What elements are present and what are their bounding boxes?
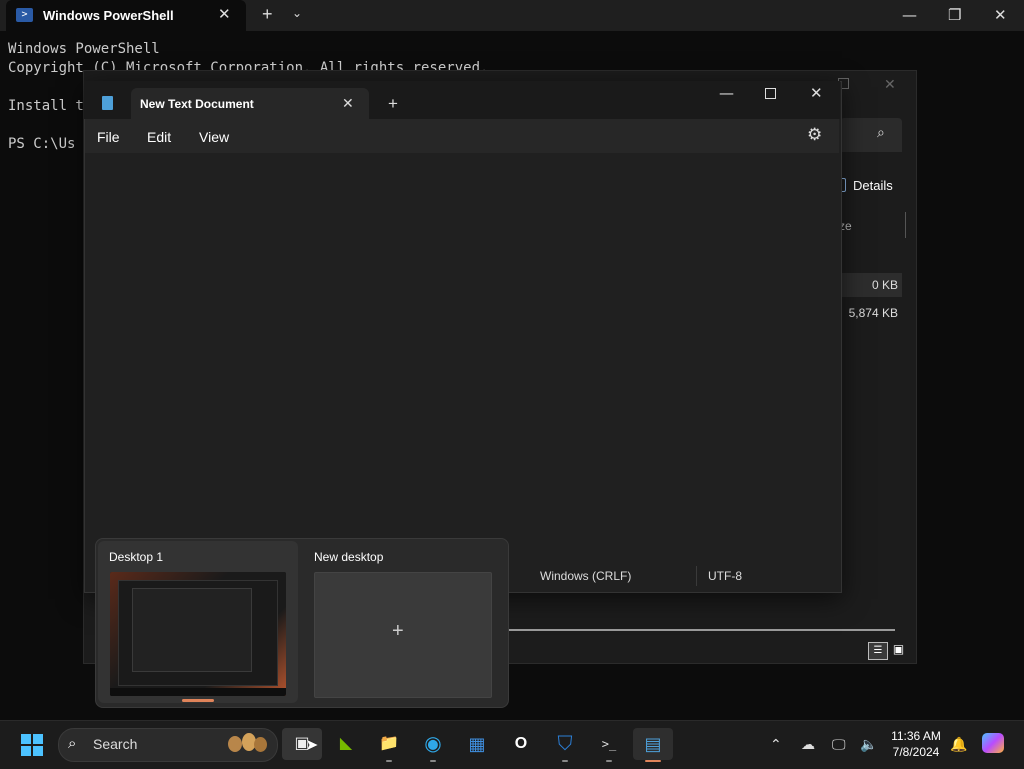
file-size: 0 KB	[871, 278, 898, 292]
menu-edit[interactable]: Edit	[147, 129, 171, 145]
terminal-close-button[interactable]: ✕	[994, 6, 1007, 24]
taskbar-notepad[interactable]: ▤	[633, 728, 673, 760]
gear-icon[interactable]: ⚙	[807, 125, 822, 145]
horizontal-scrollbar[interactable]	[507, 629, 895, 631]
search-icon: ⌕	[68, 735, 77, 752]
clock-date[interactable]: 7/8/2024	[889, 745, 943, 759]
notepad-icon	[102, 96, 113, 110]
terminal-tab-title: Windows PowerShell	[43, 8, 174, 23]
notifications-icon[interactable]: 🔔	[950, 736, 967, 753]
desktop-1-label: Desktop 1	[109, 550, 164, 564]
explorer-close-button[interactable]: ✕	[884, 76, 896, 93]
menu-file[interactable]: File	[97, 129, 120, 145]
column-divider[interactable]	[905, 212, 906, 238]
running-indicator	[562, 760, 568, 762]
notepad-tab-close-icon[interactable]: ✕	[342, 95, 354, 112]
notepad-new-tab-button[interactable]: +	[388, 94, 398, 114]
store-icon: ▦	[468, 734, 486, 754]
powershell-icon: >	[16, 8, 33, 22]
running-indicator	[430, 760, 436, 762]
line-ending-status[interactable]: Windows (CRLF)	[540, 569, 631, 583]
taskbar-defender[interactable]: ⛉	[545, 728, 585, 760]
start-button[interactable]	[21, 734, 43, 756]
terminal-icon: >_	[601, 737, 617, 751]
copilot-icon[interactable]	[982, 733, 1004, 753]
menu-view[interactable]: View	[199, 129, 229, 145]
outlook-icon: O	[514, 735, 528, 752]
search-placeholder: Search	[93, 736, 138, 752]
new-desktop-label: New desktop	[314, 550, 384, 564]
active-app-indicator	[645, 760, 661, 762]
edge-icon: ◉	[424, 733, 442, 755]
terminal-prompt: PS C:\Us	[8, 136, 76, 152]
clock-time[interactable]: 11:36 AM	[889, 729, 943, 743]
notepad-close-button[interactable]: ✕	[810, 84, 823, 102]
running-indicator	[386, 760, 392, 762]
tiles-view-icon[interactable]: ▣	[890, 642, 907, 658]
taskbar-file-explorer[interactable]: 📁	[369, 728, 409, 760]
taskbar-nvidia[interactable]: ◣	[326, 728, 366, 760]
chevron-down-icon[interactable]: ⌄	[292, 6, 302, 20]
chevron-up-icon[interactable]: ⌃	[770, 736, 782, 753]
notepad-tab-title: New Text Document	[140, 97, 254, 111]
details-button[interactable]: Details	[853, 178, 893, 193]
terminal-line: Install t	[8, 98, 84, 114]
taskbar-edge[interactable]: ◉	[413, 728, 453, 760]
running-indicator	[606, 760, 612, 762]
taskbar-terminal[interactable]: >_	[589, 728, 629, 760]
shield-icon: ⛉	[557, 733, 573, 755]
notepad-maximize-button[interactable]	[765, 88, 776, 99]
folder-icon: 📁	[379, 735, 399, 752]
network-icon[interactable]: 🖵	[832, 736, 846, 753]
volume-icon[interactable]: 🔈	[860, 736, 877, 753]
onedrive-icon[interactable]: ☁	[801, 736, 815, 753]
taskbar-outlook[interactable]: O	[501, 728, 541, 760]
terminal-tab-close-icon[interactable]: ✕	[218, 5, 231, 23]
terminal-new-tab-button[interactable]: +	[262, 4, 273, 25]
file-size: 5,874 KB	[848, 306, 898, 320]
explorer-search-box[interactable]	[840, 118, 902, 152]
encoding-status[interactable]: UTF-8	[708, 569, 742, 583]
notepad-icon: ▤	[644, 734, 662, 754]
terminal-restore-button[interactable]: ❐	[948, 6, 961, 24]
status-divider	[696, 566, 697, 586]
terminal-minimize-button[interactable]: —	[902, 6, 917, 24]
notepad-text-area[interactable]	[86, 153, 838, 563]
terminal-line: Windows PowerShell	[8, 41, 160, 57]
search-highlight-icon[interactable]	[224, 730, 272, 758]
desktop-1-thumbnail[interactable]	[110, 572, 286, 696]
mouse-cursor-icon: ➤	[305, 737, 319, 754]
notepad-minimize-button[interactable]: —	[719, 84, 734, 102]
active-desktop-indicator	[182, 699, 214, 702]
nvidia-icon: ◣	[339, 735, 353, 752]
details-view-icon[interactable]: ☰	[868, 642, 888, 660]
taskbar-store[interactable]: ▦	[457, 728, 497, 760]
plus-icon: +	[392, 620, 404, 642]
search-icon[interactable]: ⌕	[877, 124, 885, 141]
windows-logo-icon	[21, 734, 31, 744]
